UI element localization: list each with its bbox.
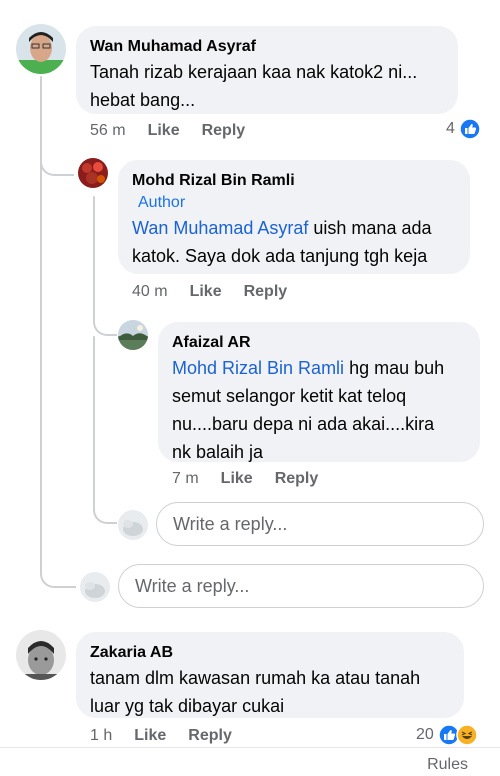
reply-button[interactable]: Reply — [188, 727, 232, 745]
thread-connector-reply-2 — [93, 306, 117, 336]
footer-divider — [0, 747, 500, 748]
like-button[interactable]: Like — [134, 727, 166, 745]
like-button[interactable]: Like — [148, 122, 180, 140]
reply-button[interactable]: Reply — [275, 470, 319, 488]
reply-input-placeholder: Write a reply... — [135, 575, 250, 596]
comment-meta-2: 40 m Like Reply — [132, 283, 309, 301]
comment-author-name[interactable]: Zakaria AB — [90, 642, 450, 664]
thread-connector-nested-write — [93, 494, 117, 524]
reply-input-thread[interactable]: Write a reply... — [118, 564, 484, 608]
comment-text-line: tanam dlm kawasan rumah ka atau tanah — [90, 668, 421, 688]
reply-button[interactable]: Reply — [244, 283, 288, 301]
thread-line-nested-2 — [93, 336, 95, 506]
comment-bubble-4: Zakaria AB tanam dlm kawasan rumah ka at… — [76, 632, 464, 718]
comment-meta-4: 1 h Like Reply — [90, 727, 254, 745]
comment-bubble-1: Wan Muhamad Asyraf Tanah rizab kerajaan … — [76, 26, 458, 114]
comment-timestamp[interactable]: 56 m — [90, 122, 126, 140]
comment-author-name[interactable]: Wan Muhamad Asyraf — [90, 36, 444, 58]
avatar-zakaria-ab[interactable] — [16, 630, 66, 680]
avatar-afaizal-ar[interactable] — [118, 320, 148, 350]
like-reaction-icon — [459, 118, 481, 140]
reaction-summary-1[interactable]: 4 — [446, 118, 481, 140]
thread-connector-reply-1 — [40, 150, 74, 176]
mention-link[interactable]: Mohd Rizal Bin Ramli — [172, 358, 344, 378]
comment-text-rest: hg mau buh — [344, 358, 445, 378]
like-button[interactable]: Like — [190, 283, 222, 301]
haha-reaction-icon — [456, 724, 478, 746]
comment-meta-3: 7 m Like Reply — [172, 470, 340, 488]
avatar-mohd-rizal-bin-ramli[interactable] — [78, 158, 108, 188]
author-badge: Author — [138, 194, 186, 211]
comment-text-rest: uish mana ada — [308, 218, 432, 238]
reply-input-placeholder: Write a reply... — [173, 513, 288, 534]
comment-text-line: luar yg tak dibayar cukai — [90, 696, 285, 716]
comment-text-line: katok. Saya dok ada tanjung tgh keja — [132, 246, 428, 266]
comment-timestamp[interactable]: 7 m — [172, 470, 199, 488]
reaction-count: 4 — [446, 120, 455, 137]
thread-line-secondary — [40, 176, 42, 572]
comment-text-line: nu....baru depa ni ada akai....kira — [172, 414, 435, 434]
reaction-count: 20 — [416, 726, 434, 743]
reaction-summary-4[interactable]: 20 — [416, 724, 478, 746]
avatar-current-user — [80, 572, 110, 602]
avatar-wan-muhamad-asyraf[interactable] — [16, 24, 66, 74]
mention-link[interactable]: Wan Muhamad Asyraf — [132, 218, 308, 238]
like-button[interactable]: Like — [221, 470, 253, 488]
comment-bubble-3: Afaizal AR Mohd Rizal Bin Ramli hg mau b… — [158, 322, 480, 462]
comment-text-line: hebat bang... — [90, 90, 196, 110]
comment-text-line: semut selangor ketit kat teloq — [172, 386, 407, 406]
thread-connector-write-reply — [40, 560, 76, 588]
comment-text-line: nk balaih ja — [172, 442, 264, 462]
comment-timestamp[interactable]: 1 h — [90, 727, 112, 745]
reply-button[interactable]: Reply — [202, 122, 246, 140]
thread-line-nested — [93, 196, 95, 316]
comment-author-name[interactable]: Afaizal AR — [172, 332, 466, 354]
avatar-current-user — [118, 510, 148, 540]
reply-input-nested[interactable]: Write a reply... — [156, 502, 484, 546]
rules-link[interactable]: Rules — [427, 756, 468, 774]
comment-meta-1: 56 m Like Reply — [90, 122, 267, 140]
comment-text-line: Wan Muhamad Asyraf uish mana ada — [132, 214, 456, 242]
comment-bubble-2: Mohd Rizal Bin Ramli Author Wan Muhamad … — [118, 160, 470, 274]
comment-text-line: Tanah rizab kerajaan kaa nak katok2 ni..… — [90, 62, 418, 82]
comment-author-name[interactable]: Mohd Rizal Bin Ramli — [132, 172, 295, 189]
comment-text-line: Mohd Rizal Bin Ramli hg mau buh — [172, 354, 466, 382]
comment-timestamp[interactable]: 40 m — [132, 283, 168, 301]
